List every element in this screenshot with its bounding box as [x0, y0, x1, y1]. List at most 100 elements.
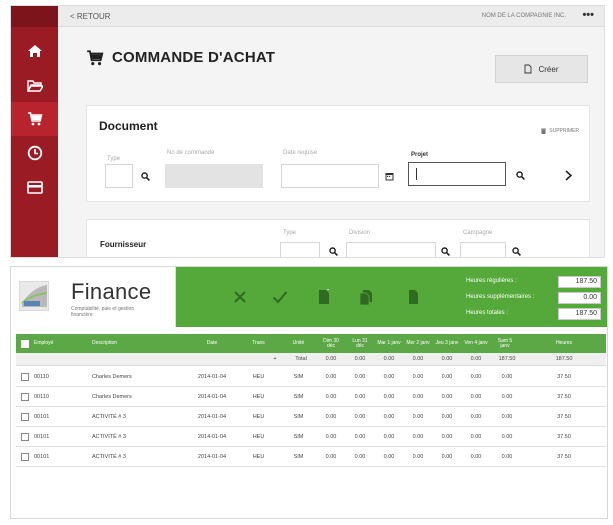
cell-description: Charles Demers [92, 393, 132, 400]
total-row: + Total 0.00 0.00 0.00 0.00 0.00 0.00 18… [16, 353, 606, 366]
col-day-6[interactable]: Ven 4 janv [464, 334, 488, 353]
division-input[interactable] [346, 242, 436, 257]
cart-icon [27, 112, 43, 126]
table-row[interactable]: 00101 ACTIVITÉ # 3 2014-01-04 HEU SIM 0.… [16, 427, 606, 447]
cell-description: ACTIVITÉ # 3 [92, 453, 126, 460]
sidebar [11, 6, 58, 257]
campaign-search-icon[interactable] [510, 245, 522, 257]
col-day-7[interactable]: Sam 5 janv [493, 334, 517, 353]
row-checkbox[interactable] [21, 412, 29, 421]
supplier-type-input[interactable] [280, 242, 320, 257]
cell-day-6: 0.00 [470, 373, 482, 380]
home-icon [27, 45, 42, 57]
chevron-right-icon[interactable] [561, 167, 575, 183]
required-date-input[interactable] [281, 164, 379, 188]
cell-day-2: 0.00 [354, 413, 366, 420]
total-hours-value: 187.50 [558, 308, 601, 320]
table-row[interactable]: 00101 ACTIVITÉ # 3 2014-01-04 HEU SIM 0.… [16, 407, 606, 427]
division-search-icon[interactable] [439, 245, 451, 257]
cell-day-4: 0.00 [412, 453, 424, 460]
cell-hours: 37.50 [557, 453, 571, 460]
project-input[interactable] [408, 162, 506, 186]
col-trans[interactable]: Trans [241, 334, 276, 353]
more-menu-icon[interactable]: ••• [582, 9, 594, 21]
col-date[interactable]: Date [188, 334, 236, 353]
back-link[interactable]: < RETOUR [70, 12, 111, 21]
type-search-icon[interactable] [139, 170, 151, 182]
total-day-4: 0.00 [412, 356, 424, 362]
cell-day-7: 0.00 [501, 373, 513, 380]
document-plus-icon [319, 289, 329, 304]
col-day-4[interactable]: Mer 2 janv [406, 334, 430, 353]
cell-day-4: 0.00 [412, 393, 424, 400]
sidebar-item-folder[interactable] [11, 68, 58, 102]
total-day-6: 0.00 [470, 356, 482, 362]
new-document-button[interactable] [313, 286, 335, 308]
copy-document-button[interactable] [355, 286, 377, 308]
cell-day-3: 0.00 [383, 393, 395, 400]
cancel-button[interactable] [229, 286, 251, 308]
cell-day-5: 0.00 [441, 373, 453, 380]
purchase-order-screen: < RETOUR NOM DE LA COMPAGNIE INC. ••• CO… [10, 5, 605, 258]
finance-tagline: Comptabilité, paie et gestion financière [71, 306, 135, 318]
table-row[interactable]: 00110 Charles Demers 2014-01-04 HEU SIM … [16, 367, 606, 387]
cell-day-4: 0.00 [412, 433, 424, 440]
app-logo-icon [19, 281, 49, 311]
total-day-5: 0.00 [441, 356, 453, 362]
col-hours[interactable]: Heures [549, 334, 579, 353]
col-day-1[interactable]: Dim 30 déc [319, 334, 343, 353]
cell-description: ACTIVITÉ # 3 [92, 413, 126, 420]
table-row[interactable]: 00110 Charles Demers 2014-01-04 HEU SIM … [16, 387, 606, 407]
cell-date: 2014-01-04 [197, 453, 227, 460]
select-all-checkbox[interactable] [21, 339, 29, 348]
delete-label: SUPPRIMER [549, 128, 579, 134]
project-search-icon[interactable] [514, 169, 526, 181]
add-row-icon[interactable]: + [269, 353, 281, 365]
cell-date: 2014-01-04 [197, 393, 227, 400]
sidebar-item-clock[interactable] [11, 136, 58, 170]
trash-icon [541, 128, 547, 134]
close-icon [234, 291, 246, 303]
type-input[interactable] [105, 164, 133, 188]
cell-day-2: 0.00 [354, 393, 366, 400]
sidebar-item-cart[interactable] [11, 102, 58, 136]
cell-unit: SIM [293, 433, 304, 440]
cell-hours: 37.50 [557, 373, 571, 380]
cell-date: 2014-01-04 [197, 373, 227, 380]
delete-document-button[interactable] [402, 286, 424, 308]
cell-day-7: 0.00 [501, 393, 513, 400]
confirm-button[interactable] [269, 286, 291, 308]
order-number-label: No de commande [167, 150, 215, 156]
order-number-field [165, 164, 263, 188]
cell-day-3: 0.00 [383, 433, 395, 440]
col-employee[interactable]: Employé [34, 334, 82, 353]
cell-employee: 00110 [34, 393, 49, 400]
col-unit[interactable]: Unité [280, 334, 317, 353]
supplier-type-label: Type [283, 230, 297, 236]
sidebar-item-home[interactable] [11, 34, 58, 68]
regular-hours-value: 187.50 [558, 276, 601, 288]
row-checkbox[interactable] [21, 392, 29, 401]
create-button[interactable]: Créer [495, 55, 588, 83]
col-day-2[interactable]: Lun 31 déc [348, 334, 372, 353]
calendar-icon[interactable] [383, 170, 395, 182]
campaign-input[interactable] [460, 242, 506, 257]
cell-trans: HEU [252, 413, 265, 420]
row-checkbox[interactable] [21, 452, 29, 461]
col-description[interactable]: Description [92, 334, 172, 353]
finance-toolbar: Finance Comptabilité, paie et gestion fi… [11, 267, 607, 327]
table-row[interactable]: 00101 ACTIVITÉ # 3 2014-01-04 HEU SIM 0.… [16, 447, 606, 467]
finance-branding: Finance Comptabilité, paie et gestion fi… [11, 267, 176, 327]
supplier-type-search-icon[interactable] [327, 245, 339, 257]
row-checkbox[interactable] [21, 372, 29, 381]
page-title: COMMANDE D'ACHAT [86, 49, 275, 66]
col-day-3[interactable]: Mar 1 janv [377, 334, 401, 353]
delete-button[interactable]: SUPPRIMER [541, 128, 579, 134]
col-day-5[interactable]: Jeu 3 janv [435, 334, 459, 353]
row-checkbox[interactable] [21, 432, 29, 441]
cell-day-2: 0.00 [354, 373, 366, 380]
sidebar-item-card[interactable] [11, 170, 58, 204]
top-bar: < RETOUR NOM DE LA COMPAGNIE INC. ••• [58, 6, 604, 27]
overtime-hours-label: Heures supplémentaires : [466, 294, 535, 300]
sidebar-header [11, 6, 58, 27]
